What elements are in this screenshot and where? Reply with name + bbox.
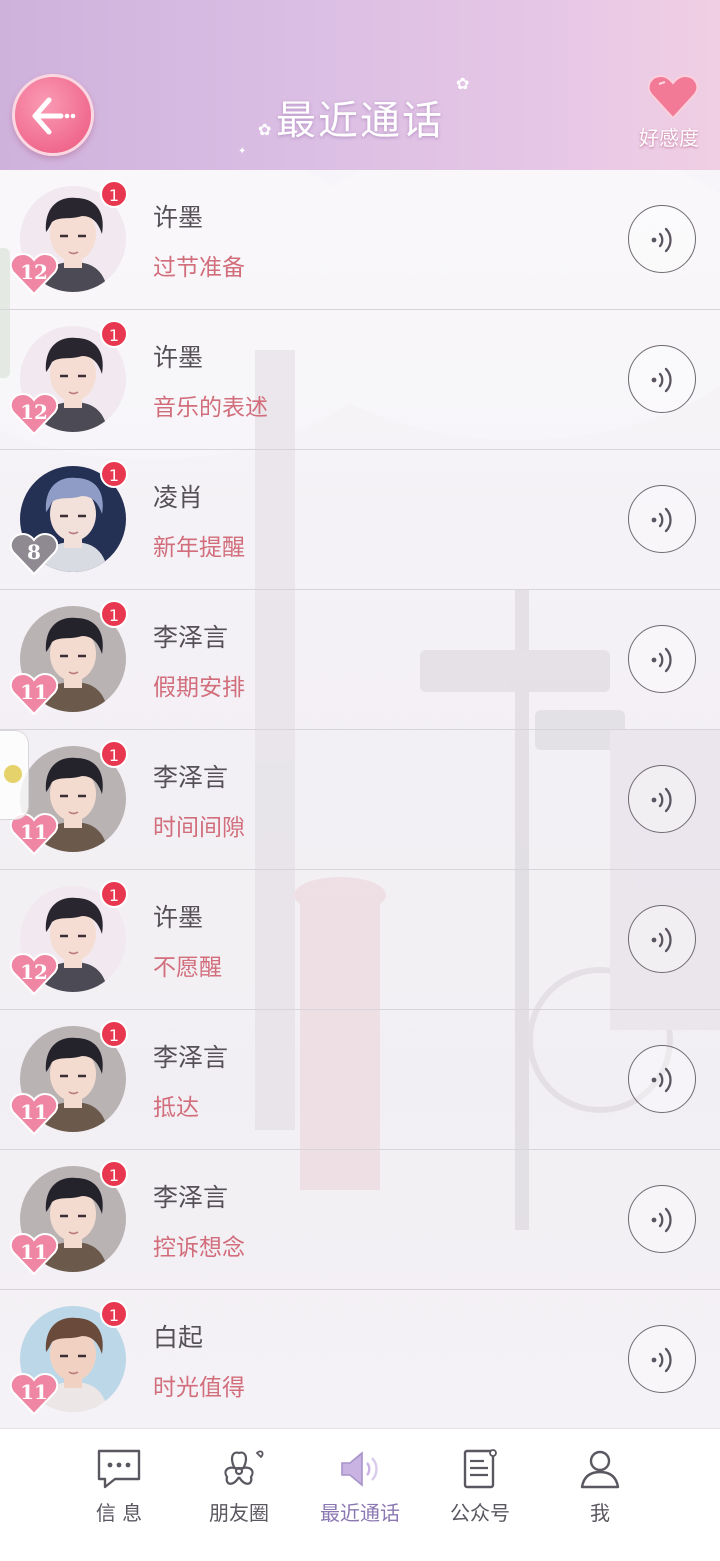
affinity-level-value: 12 [20, 400, 48, 424]
play-call-button[interactable] [628, 345, 696, 413]
unread-badge: 1 [100, 880, 128, 908]
call-topic: 抵达 [153, 1095, 199, 1121]
sound-wave-icon [651, 787, 672, 813]
caller-name: 李泽言 [153, 763, 229, 792]
sound-wave-icon [651, 227, 672, 253]
blossom-icon [224, 1450, 264, 1485]
caller-name: 凌肖 [153, 483, 204, 512]
call-topic: 过节准备 [153, 255, 245, 281]
affinity-level-value: 11 [20, 1100, 48, 1124]
unread-badge: 1 [100, 600, 128, 628]
tab-recent-calls[interactable]: 最近通话 [305, 1447, 415, 1526]
caller-name: 许墨 [153, 343, 204, 372]
bottom-tab-bar: 信 息 朋友圈 最近通话 公众号 我 [0, 1428, 720, 1561]
call-row[interactable]: 11 1 李泽言 假期安排 [0, 590, 720, 730]
affinity-level-value: 8 [27, 540, 41, 564]
play-call-button[interactable] [628, 485, 696, 553]
call-topic: 时光值得 [153, 1375, 245, 1401]
call-row[interactable]: 8 1 凌肖 新年提醒 [0, 450, 720, 590]
heart-icon [647, 74, 699, 120]
play-call-button[interactable] [628, 205, 696, 273]
call-row[interactable]: 11 1 李泽言 抵达 [0, 1010, 720, 1150]
affinity-button[interactable]: 好感度 [639, 74, 706, 154]
caller-name: 李泽言 [153, 1043, 229, 1072]
affinity-label: 好感度 [639, 126, 699, 150]
affinity-level-badge: 11 [10, 1232, 58, 1276]
tab-label: 最近通话 [320, 1501, 400, 1525]
play-call-button[interactable] [628, 1185, 696, 1253]
call-topic: 音乐的表述 [153, 395, 268, 421]
tab-label: 公众号 [450, 1501, 510, 1525]
play-call-button[interactable] [628, 1045, 696, 1113]
unread-badge: 1 [100, 740, 128, 768]
affinity-level-badge: 11 [10, 672, 58, 716]
affinity-level-value: 11 [20, 1380, 48, 1404]
play-call-button[interactable] [628, 1325, 696, 1393]
person-icon [580, 1450, 620, 1489]
sound-wave-icon [651, 1067, 672, 1093]
recent-calls-list: 12 1 许墨 过节准备 12 1 许墨 音乐的表述 8 1 凌肖 新年提醒 1… [0, 170, 720, 1430]
sound-wave-icon [651, 1207, 672, 1233]
play-call-button[interactable] [628, 625, 696, 693]
affinity-level-badge: 11 [10, 1092, 58, 1136]
call-row[interactable]: 11 1 白起 时光值得 [0, 1290, 720, 1430]
sound-wave-icon [651, 507, 672, 533]
affinity-level-value: 11 [20, 1240, 48, 1264]
caller-name: 许墨 [153, 903, 204, 932]
caller-name: 白起 [153, 1323, 204, 1352]
sound-wave-icon [651, 647, 672, 673]
unread-badge: 1 [100, 320, 128, 348]
header-bar: ✿ ✿ ✦ 最近通话 好感度 [0, 0, 720, 170]
affinity-level-badge: 12 [10, 392, 58, 436]
sparkle-icon: ✦ [238, 146, 247, 157]
affinity-level-value: 12 [20, 260, 48, 284]
caller-name: 许墨 [153, 203, 204, 232]
assistant-icon [4, 765, 22, 783]
unread-badge: 1 [100, 460, 128, 488]
play-call-button[interactable] [628, 905, 696, 973]
page-title: 最近通话 [276, 98, 444, 144]
unread-badge: 1 [100, 1020, 128, 1048]
tab-label: 信 息 [95, 1501, 143, 1525]
call-row[interactable]: 11 1 李泽言 控诉想念 [0, 1150, 720, 1290]
call-row[interactable]: 12 1 许墨 过节准备 [0, 170, 720, 310]
tab-official-accounts[interactable]: 公众号 [425, 1447, 535, 1526]
affinity-level-value: 12 [20, 960, 48, 984]
call-row[interactable]: 12 1 许墨 音乐的表述 [0, 310, 720, 450]
tab-messages[interactable]: 信 息 [64, 1447, 174, 1526]
unread-badge: 1 [100, 180, 128, 208]
sound-wave-icon [651, 367, 672, 393]
floating-assistant-button[interactable] [0, 730, 29, 820]
affinity-level-value: 11 [20, 680, 48, 704]
unread-badge: 1 [100, 1300, 128, 1328]
tab-label: 我 [590, 1501, 610, 1525]
call-topic: 时间间隙 [153, 815, 245, 841]
chat-bubble-icon [97, 1449, 141, 1489]
tab-me[interactable]: 我 [545, 1447, 655, 1526]
affinity-level-badge: 12 [10, 252, 58, 296]
call-topic: 不愿醒 [153, 955, 222, 981]
speaker-icon [341, 1451, 378, 1487]
sound-wave-icon [651, 927, 672, 953]
unread-badge: 1 [100, 1160, 128, 1188]
newspaper-icon [463, 1449, 497, 1489]
affinity-level-badge: 12 [10, 952, 58, 996]
tab-label: 朋友圈 [209, 1501, 269, 1525]
caller-name: 李泽言 [153, 623, 229, 652]
affinity-level-badge: 11 [10, 1372, 58, 1416]
sound-wave-icon [651, 1347, 672, 1373]
affinity-level-value: 11 [20, 820, 48, 844]
play-call-button[interactable] [628, 765, 696, 833]
call-topic: 控诉想念 [153, 1235, 245, 1261]
affinity-level-badge: 8 [10, 532, 58, 576]
call-topic: 新年提醒 [153, 535, 245, 561]
call-topic: 假期安排 [153, 675, 245, 701]
call-row[interactable]: 12 1 许墨 不愿醒 [0, 870, 720, 1010]
tab-moments[interactable]: 朋友圈 [184, 1447, 294, 1526]
call-row[interactable]: 11 1 李泽言 时间间隙 [0, 730, 720, 870]
caller-name: 李泽言 [153, 1183, 229, 1212]
